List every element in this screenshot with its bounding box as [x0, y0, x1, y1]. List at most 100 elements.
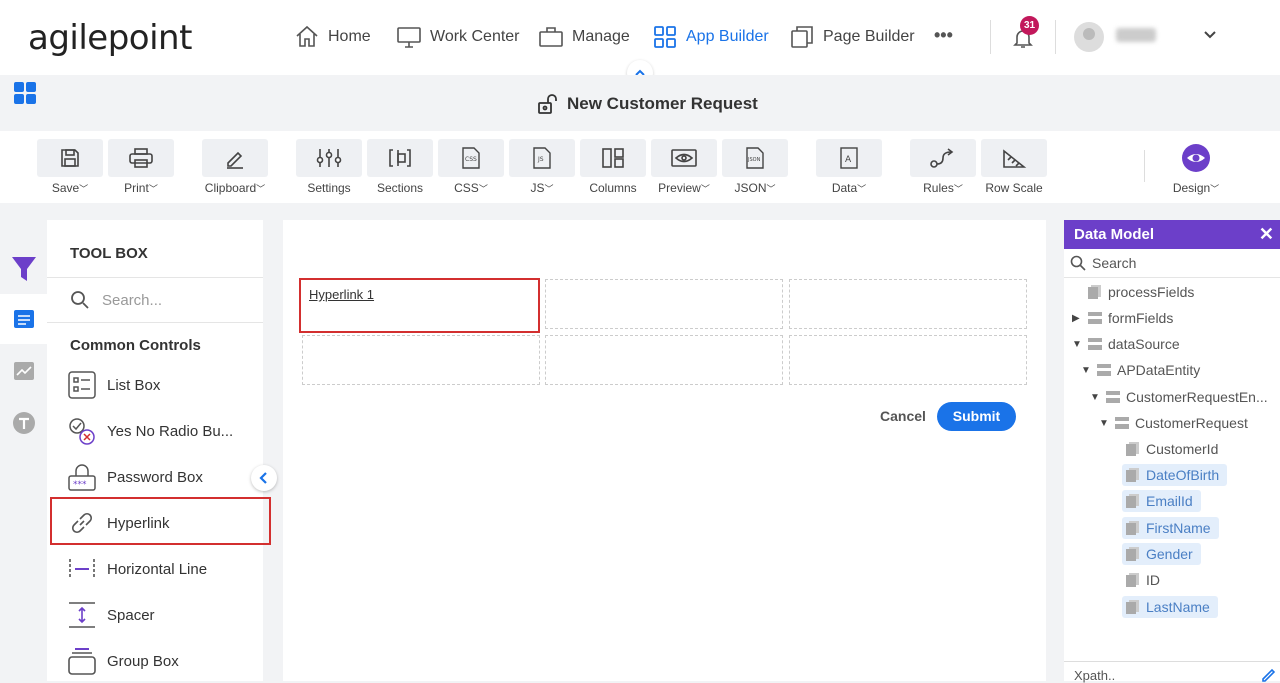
tree-node-apdataentity[interactable]: ▼ APDataEntity — [1081, 359, 1200, 381]
app-grid-icon — [654, 26, 676, 48]
ruler-scale-icon — [1003, 149, 1027, 168]
funnel-icon — [11, 257, 36, 281]
group-icon — [1106, 391, 1120, 403]
nav-page-builder[interactable]: Page Builder — [789, 24, 915, 50]
js-button[interactable]: JS JS﹀ — [509, 139, 575, 195]
tree-node-lastname[interactable]: LastName — [1122, 596, 1218, 618]
chart-icon — [13, 362, 34, 380]
svg-text:JSON: JSON — [747, 157, 761, 163]
print-button[interactable]: Print﹀ — [108, 139, 174, 195]
nav-app-builder[interactable]: App Builder — [652, 24, 769, 50]
nav-home[interactable]: Home — [294, 24, 371, 50]
hyperlink-control[interactable]: Hyperlink 1 — [309, 287, 374, 302]
toolbox-collapse-button[interactable] — [251, 465, 277, 491]
collapse-arrow-icon[interactable]: ▼ — [1099, 418, 1109, 429]
tree-node-formfields[interactable]: ▶ formFields — [1072, 307, 1173, 329]
avatar[interactable] — [1074, 22, 1104, 52]
tree-node-emailid[interactable]: EmailId — [1122, 490, 1201, 512]
filter-tab[interactable] — [0, 243, 47, 293]
tree-node-dateofbirth[interactable]: DateOfBirth — [1122, 464, 1228, 486]
notification-badge: 31 — [1020, 16, 1039, 35]
toolbox-search-placeholder: Search... — [102, 291, 163, 309]
form-cell-selected[interactable]: Hyperlink 1 — [299, 278, 540, 333]
toolbox-panel: TOOL BOX Search... Common Controls List … — [47, 220, 263, 681]
toolbox-title: TOOL BOX — [70, 245, 148, 262]
close-icon[interactable]: ✕ — [1259, 224, 1274, 245]
collapse-arrow-icon[interactable]: ▼ — [1072, 339, 1082, 350]
apps-grid-icon[interactable] — [13, 81, 37, 105]
node-label: ID — [1146, 572, 1160, 588]
clipboard-button[interactable]: Clipboard﹀ — [202, 139, 268, 195]
preview-button[interactable]: Preview﹀ — [651, 139, 717, 195]
unlock-icon[interactable] — [537, 93, 559, 115]
field-icon — [1126, 600, 1139, 614]
columns-button[interactable]: Columns — [580, 139, 646, 195]
data-model-header: Data Model ✕ — [1064, 220, 1280, 249]
reports-tab[interactable] — [0, 346, 47, 396]
clipboard-label: Clipboard — [204, 181, 257, 195]
themes-tab[interactable] — [0, 398, 47, 448]
collapse-arrow-icon[interactable]: ▼ — [1090, 392, 1100, 403]
expand-arrow-icon[interactable]: ▶ — [1072, 313, 1082, 324]
printer-icon — [129, 148, 153, 168]
design-button[interactable]: Design﹀ — [1163, 139, 1229, 195]
data-button[interactable]: A Data﹀ — [816, 139, 882, 195]
nav-manage-label: Manage — [572, 28, 630, 45]
settings-button[interactable]: Settings — [296, 139, 362, 195]
form-cell[interactable] — [545, 279, 783, 329]
data-model-search[interactable]: Search — [1070, 255, 1136, 271]
edit-link-icon[interactable] — [1260, 666, 1276, 682]
collapse-arrow-icon[interactable]: ▼ — [1081, 365, 1091, 376]
data-label: Data — [831, 181, 858, 195]
rules-button[interactable]: Rules﹀ — [910, 139, 976, 195]
field-icon — [1088, 285, 1101, 299]
svg-text:***: *** — [73, 480, 87, 490]
toolbox-search[interactable]: Search... — [70, 290, 162, 310]
node-label: CustomerRequestEn... — [1126, 389, 1268, 405]
tree-node-processfields[interactable]: processFields — [1088, 281, 1194, 303]
logo-text: agilepoint — [28, 18, 192, 58]
node-label: processFields — [1108, 284, 1195, 300]
toolbox-tab[interactable] — [0, 294, 47, 344]
json-button[interactable]: JSON JSON﹀ — [722, 139, 788, 195]
save-button[interactable]: Save﹀ — [37, 139, 103, 195]
tree-node-customerid[interactable]: CustomerId — [1126, 438, 1218, 460]
title-bar: New Customer Request — [0, 75, 1280, 131]
divider — [1064, 661, 1280, 662]
chevron-down-icon[interactable] — [1202, 26, 1218, 42]
group-box-icon — [68, 648, 96, 675]
design-label: Design — [1172, 181, 1211, 195]
tool-spacer[interactable]: Spacer — [67, 597, 267, 633]
nav-work-center[interactable]: Work Center — [396, 24, 520, 50]
tool-group-box[interactable]: Group Box — [67, 643, 267, 679]
agilepoint-logo[interactable]: agilepoint — [28, 18, 192, 58]
form-cell[interactable] — [302, 335, 540, 385]
save-label: Save — [51, 181, 80, 195]
row-scale-button[interactable]: Row Scale — [981, 139, 1047, 195]
submit-button[interactable]: Submit — [937, 402, 1016, 431]
tree-node-gender[interactable]: Gender — [1122, 543, 1201, 565]
tree-node-customerrequest[interactable]: ▼ CustomerRequest — [1099, 412, 1248, 434]
tree-node-datasource[interactable]: ▼ dataSource — [1072, 333, 1180, 355]
tree-node-id[interactable]: ID — [1126, 569, 1160, 591]
node-label: CustomerId — [1146, 441, 1219, 457]
tree-node-customerrequestentity[interactable]: ▼ CustomerRequestEn... — [1090, 386, 1268, 408]
cancel-button[interactable]: Cancel — [880, 408, 926, 424]
sections-label: Sections — [376, 181, 424, 195]
tool-yes-no-radio[interactable]: Yes No Radio Bu... — [67, 413, 267, 449]
nav-manage[interactable]: Manage — [538, 24, 630, 50]
form-cell[interactable] — [789, 335, 1027, 385]
tool-label: Yes No Radio Bu... — [107, 422, 234, 440]
tool-horizontal-line[interactable]: Horizontal Line — [67, 551, 267, 587]
tree-node-firstname[interactable]: FirstName — [1122, 517, 1219, 539]
css-button[interactable]: CSS CSS﹀ — [438, 139, 504, 195]
sections-button[interactable]: Sections — [367, 139, 433, 195]
more-menu-button[interactable]: ••• — [934, 22, 953, 48]
node-label: DateOfBirth — [1146, 467, 1220, 483]
left-rail — [0, 220, 47, 681]
row-scale-label: Row Scale — [985, 181, 1043, 195]
tool-password-box[interactable]: *** Password Box — [67, 459, 267, 495]
form-cell[interactable] — [789, 279, 1027, 329]
tool-list-box[interactable]: List Box — [67, 367, 267, 403]
form-cell[interactable] — [545, 335, 783, 385]
